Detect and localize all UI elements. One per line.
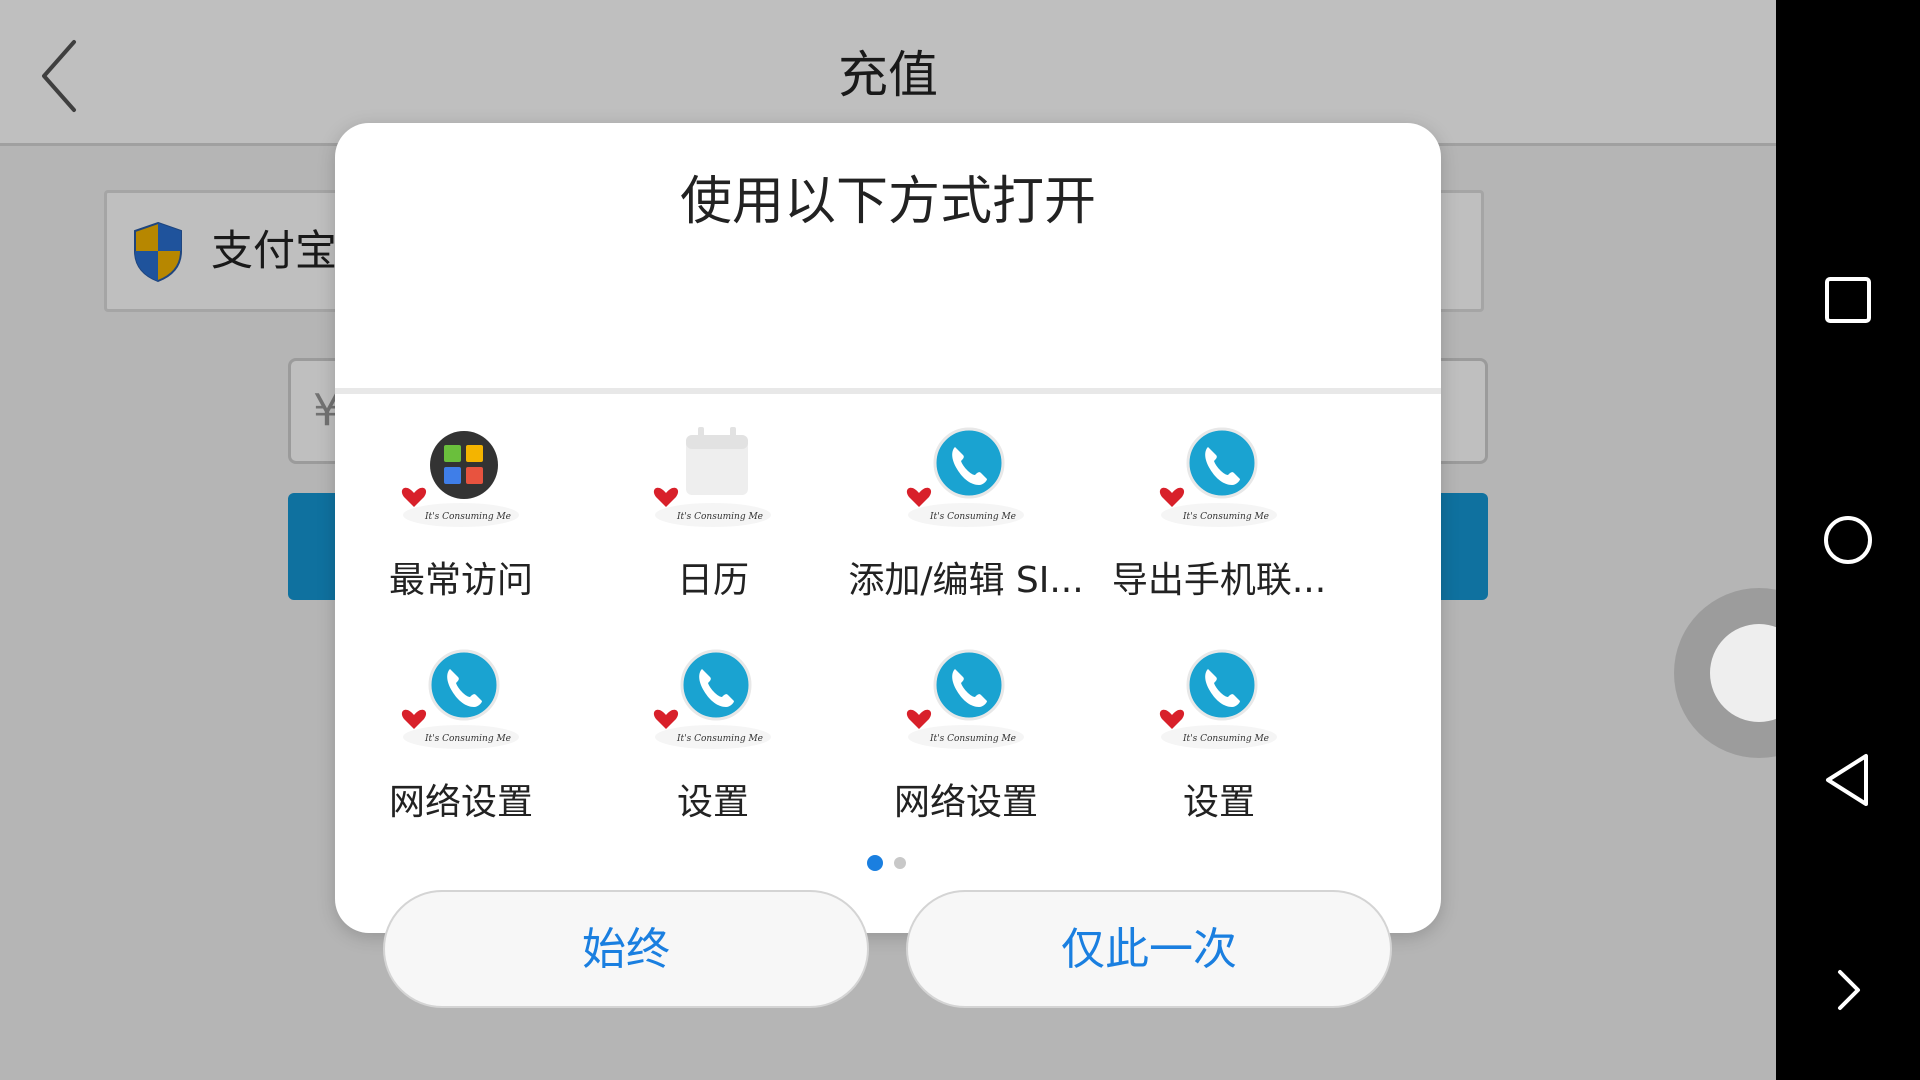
just-once-button[interactable]: 仅此一次 [906,890,1392,1008]
app-option-label: 日历 [676,560,749,601]
phone-icon: It's Consuming Me [906,427,1024,527]
app-option[interactable]: It's Consuming Me 设置 [1093,645,1345,845]
icon-caption: It's Consuming Me [1182,734,1269,744]
icon-caption: It's Consuming Me [929,512,1016,522]
navigation-bar [1776,0,1920,1080]
phone-icon: It's Consuming Me [653,649,771,749]
screen: 充值 支付宝 ¥ 使用以下方式打开 It's Consuming Me 最常访问… [0,0,1920,1080]
icon-caption: It's Consuming Me [1182,512,1269,522]
chevron-right-icon[interactable] [1818,960,1878,1020]
app-option-label: 最常访问 [388,560,533,601]
phone-icon: It's Consuming Me [906,649,1024,749]
phone-icon: It's Consuming Me [401,649,519,749]
app-option-label: 导出手机联... [1111,560,1327,601]
app-option[interactable]: It's Consuming Me 最常访问 [335,423,587,623]
app-option-label: 添加/编辑 SI... [848,560,1084,601]
app-option-label: 网络设置 [388,782,533,823]
app-option-label: 设置 [1182,782,1255,823]
page-indicator [335,855,1441,875]
home-icon[interactable] [1818,510,1878,570]
frequent-visits-icon: It's Consuming Me [401,431,519,527]
icon-caption: It's Consuming Me [676,512,763,522]
app-option[interactable]: It's Consuming Me 网络设置 [335,645,587,845]
icon-caption: It's Consuming Me [929,734,1016,744]
icon-caption: It's Consuming Me [424,512,511,522]
recent-apps-icon[interactable] [1818,270,1878,330]
page-dot-active [867,855,883,871]
phone-icon: It's Consuming Me [1159,649,1277,749]
calendar-icon: It's Consuming Me [653,427,771,527]
app-option[interactable]: It's Consuming Me 日历 [587,423,839,623]
page-dot [894,857,906,869]
dialog-title: 使用以下方式打开 [679,172,1096,232]
app-option-label: 设置 [676,782,749,823]
phone-icon: It's Consuming Me [1159,427,1277,527]
always-button[interactable]: 始终 [383,890,869,1008]
app-option[interactable]: It's Consuming Me 网络设置 [840,645,1092,845]
open-with-dialog: 使用以下方式打开 It's Consuming Me 最常访问 It's Con… [335,123,1441,1008]
app-option-label: 网络设置 [893,782,1038,823]
app-option[interactable]: It's Consuming Me 添加/编辑 SI... [840,423,1092,623]
icon-caption: It's Consuming Me [424,734,511,744]
dialog-divider [335,388,1441,394]
app-option[interactable]: It's Consuming Me 设置 [587,645,839,845]
back-icon[interactable] [1818,750,1878,810]
app-option[interactable]: It's Consuming Me 导出手机联... [1093,423,1345,623]
icon-caption: It's Consuming Me [676,734,763,744]
